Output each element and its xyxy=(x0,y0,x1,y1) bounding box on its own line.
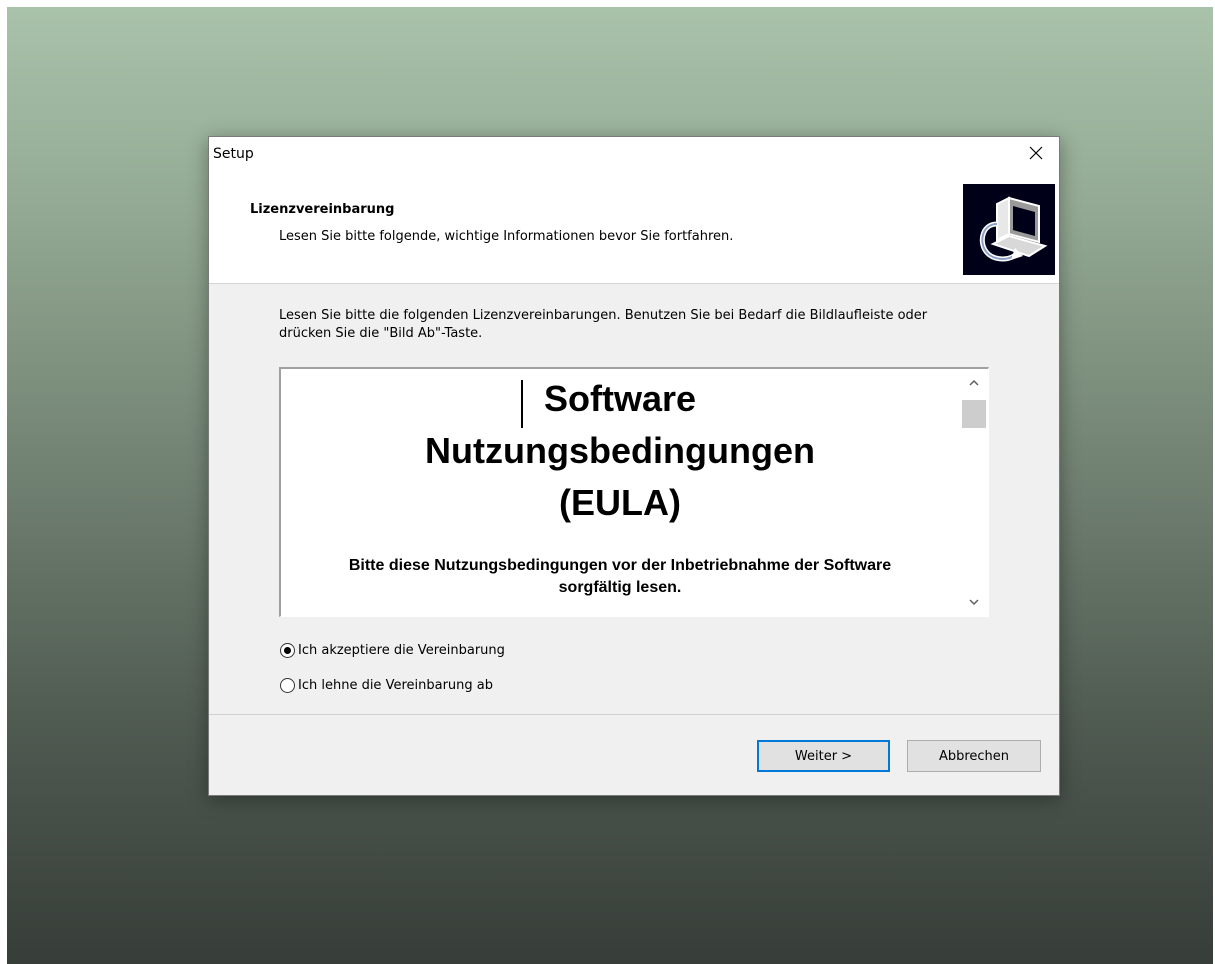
vertical-scrollbar[interactable] xyxy=(960,369,988,616)
scroll-up-button[interactable] xyxy=(960,373,988,393)
scroll-down-button[interactable] xyxy=(960,592,988,612)
close-button[interactable] xyxy=(1013,137,1059,169)
chevron-down-icon xyxy=(969,599,979,606)
eula-heading-line3: (EULA) xyxy=(559,482,681,523)
chevron-up-icon xyxy=(969,379,979,386)
eula-content: Software Nutzungsbedingungen (EULA) Bitt… xyxy=(281,369,959,599)
text-caret xyxy=(521,380,523,428)
radio-selected-dot xyxy=(284,647,291,654)
footer-divider xyxy=(209,714,1059,715)
accept-label: Ich akzeptiere die Vereinbarung xyxy=(298,643,505,658)
close-icon xyxy=(1029,146,1043,160)
decline-label: Ich lehne die Vereinbarung ab xyxy=(298,678,493,693)
next-button[interactable]: Weiter > xyxy=(757,740,890,772)
title-bar[interactable]: Setup xyxy=(209,137,1059,169)
window-title: Setup xyxy=(213,146,254,162)
decline-radio[interactable] xyxy=(280,678,295,693)
eula-heading-line1: Software xyxy=(543,378,697,419)
eula-heading-line2: Nutzungsbedingungen xyxy=(425,430,815,471)
page-title: Lizenzvereinbarung xyxy=(250,202,395,217)
eula-heading: Software Nutzungsbedingungen (EULA) xyxy=(281,373,959,529)
page-subtitle: Lesen Sie bitte folgende, wichtige Infor… xyxy=(279,229,734,244)
cancel-button[interactable]: Abbrechen xyxy=(907,740,1041,772)
header-panel: Lizenzvereinbarung Lesen Sie bitte folge… xyxy=(209,169,1059,284)
accept-option[interactable]: Ich akzeptiere die Vereinbarung xyxy=(280,643,505,658)
decline-option[interactable]: Ich lehne die Vereinbarung ab xyxy=(280,678,493,693)
accept-radio[interactable] xyxy=(280,643,295,658)
instructions-text: Lesen Sie bitte die folgenden Lizenzvere… xyxy=(279,308,928,341)
scroll-thumb[interactable] xyxy=(962,400,986,428)
eula-paragraph: Bitte diese Nutzungsbedingungen vor der … xyxy=(348,557,892,596)
setup-dialog: Setup Lizenzvereinbarung Lesen Sie bitte… xyxy=(208,136,1060,796)
eula-text-box[interactable]: Software Nutzungsbedingungen (EULA) Bitt… xyxy=(279,367,989,617)
setup-computer-icon xyxy=(963,184,1055,275)
